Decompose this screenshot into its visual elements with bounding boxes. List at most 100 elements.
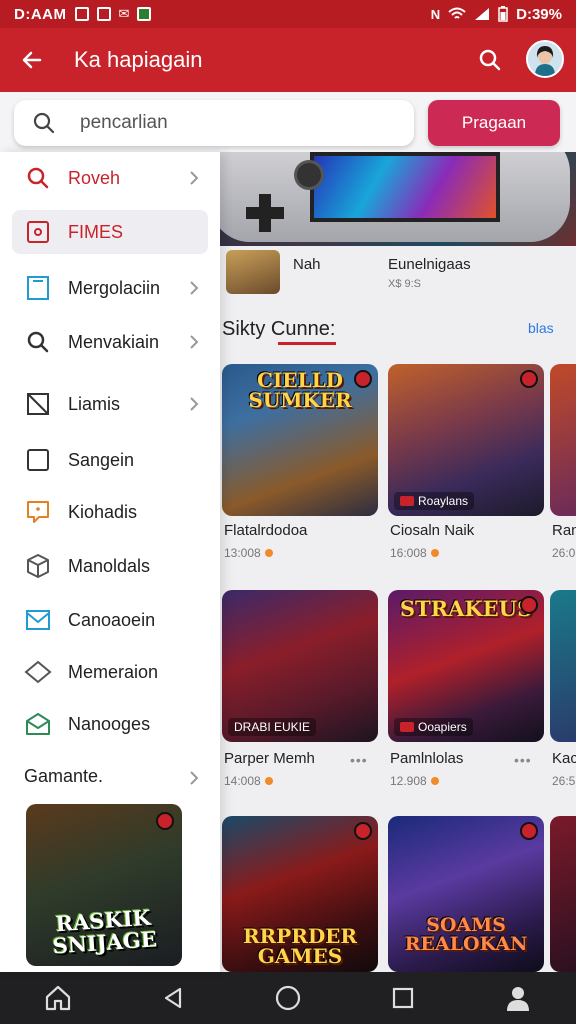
folder-icon — [24, 390, 52, 418]
game-card-name: Parper Memh — [224, 750, 315, 767]
drawer-item-label: Sangein — [68, 449, 135, 470]
search-icon — [24, 328, 52, 356]
tag-flag-icon — [400, 722, 414, 732]
drawer-item-label: FIMES — [68, 221, 124, 242]
drawer-item[interactable]: Roveh — [12, 156, 208, 200]
game-card[interactable]: Roaylans — [388, 364, 544, 516]
search-submit-button[interactable]: Pragaan — [428, 100, 560, 146]
card-badge-icon — [354, 822, 372, 840]
avatar[interactable] — [526, 40, 564, 78]
search-input[interactable]: pencarlian — [14, 100, 414, 146]
back-nav-button[interactable] — [155, 980, 191, 1016]
game-card-meta: 16:008 — [390, 546, 439, 560]
game-card-tag-label: Ooapiers — [418, 720, 467, 734]
drawer-item[interactable]: Memeraion — [12, 650, 208, 694]
game-card[interactable]: DRABI EUKIE — [222, 590, 378, 742]
drawer-item-label: Roveh — [68, 167, 121, 188]
drawer-item[interactable]: Canoaoein — [12, 598, 208, 642]
coin-icon — [264, 777, 273, 785]
game-card-name: Ciosaln Naik — [390, 522, 475, 539]
hero-banner[interactable] — [220, 152, 576, 246]
card-badge-icon — [354, 370, 372, 388]
app-bar: Ka hapiagain — [0, 28, 576, 92]
game-card[interactable]: STRAKEUS Ooapiers — [388, 590, 544, 742]
mail-icon — [24, 606, 52, 634]
game-card[interactable] — [550, 590, 576, 742]
game-card-meta: 13:008 — [224, 546, 273, 560]
drawer-section-title: Gamante. — [24, 766, 104, 786]
back-button[interactable] — [4, 28, 60, 92]
drawer-item[interactable]: Liamis — [12, 382, 208, 426]
drawer-item[interactable]: Kiohadis — [12, 490, 208, 534]
game-card-art-title: STRAKEUS — [399, 596, 533, 621]
small-game-row[interactable]: Nah Eunelnigaas X$ 9:S — [220, 246, 576, 302]
game-name: Eunelnigaas — [388, 256, 471, 273]
dpad-icon — [246, 194, 284, 232]
more-options-button[interactable]: ••• — [350, 752, 368, 768]
drawer-item[interactable]: FIMES — [12, 210, 208, 254]
drawer-item[interactable]: Menvakiain — [12, 320, 208, 364]
coin-icon — [430, 777, 439, 785]
game-card-name: Flatalrdodoa — [224, 522, 308, 539]
game-meta: X$ 9:S — [388, 278, 422, 290]
game-card-tag-label: Roaylans — [418, 494, 469, 508]
profile-button[interactable] — [500, 980, 536, 1016]
game-card[interactable]: SOAMS REALOKAN — [388, 816, 544, 972]
envelope-icon — [24, 710, 52, 738]
game-card[interactable] — [550, 816, 576, 972]
drawer-item-label: Kiohadis — [68, 501, 138, 522]
see-all-link[interactable]: blas — [528, 320, 554, 336]
chevron-right-icon[interactable] — [184, 768, 204, 788]
search-button[interactable] — [474, 44, 506, 76]
drawer-item[interactable]: Nanooges — [12, 702, 208, 746]
game-card-price: 13:008 — [224, 546, 261, 560]
card-badge-icon — [156, 812, 174, 830]
section-title: Sikty Cunne: — [222, 318, 336, 340]
drawer-item-label: Memeraion — [68, 661, 159, 682]
tablet-icon — [24, 274, 52, 302]
joystick-art — [294, 160, 324, 190]
app-screen: D:AAM ✉ N D:39% Ka hapiagain pencarlian … — [0, 0, 576, 1024]
section-underline — [278, 342, 336, 345]
coin-icon — [430, 549, 439, 557]
search-icon — [33, 112, 55, 134]
drawer-item[interactable]: Mergolaciin — [12, 266, 208, 310]
game-card-name: Kac — [552, 750, 576, 767]
diamond-icon — [24, 658, 52, 686]
chevron-right-icon — [190, 171, 199, 185]
console-screen-art — [310, 152, 500, 222]
home-button[interactable] — [40, 980, 76, 1016]
home-circle-button[interactable] — [270, 980, 306, 1016]
coin-icon — [264, 549, 273, 557]
square-icon — [24, 446, 52, 474]
circle-icon — [275, 985, 301, 1011]
game-card-name: Ran — [552, 522, 576, 539]
featured-game-card[interactable]: RASKIK SNIJAGE — [26, 804, 182, 966]
drawer-item[interactable]: Manoldals — [12, 544, 208, 588]
search-icon — [24, 164, 52, 192]
game-card-meta: 26:5 — [552, 774, 575, 788]
more-options-button[interactable]: ••• — [514, 752, 532, 768]
nfc-icon: N — [430, 6, 441, 22]
drawer-item-label: Nanooges — [68, 713, 151, 734]
game-name: Nah — [293, 256, 321, 273]
game-card-price: 26:0 — [552, 546, 576, 560]
game-card-price: 16:008 — [390, 546, 427, 560]
card-badge-icon — [520, 596, 538, 614]
game-card-tag: Ooapiers — [394, 718, 473, 736]
drawer-item-label: Menvakiain — [68, 331, 160, 352]
game-card[interactable] — [550, 364, 576, 516]
drawer-item-label: Canoaoein — [68, 609, 156, 630]
back-triangle-icon — [164, 987, 181, 1009]
wifi-icon — [448, 7, 466, 19]
drawer-item-label: Mergolaciin — [68, 277, 161, 298]
user-portrait-icon — [528, 42, 562, 76]
game-card-name: Pamlnlolas — [390, 750, 464, 767]
game-card-tag: DRABI EUKIE — [228, 718, 317, 736]
drawer-item[interactable]: Sangein — [12, 438, 208, 482]
game-card[interactable]: RRPRDER GAMES — [222, 816, 378, 972]
game-card[interactable]: CIELLD SUMKER — [222, 364, 378, 516]
recents-button[interactable] — [385, 980, 421, 1016]
game-card-meta: 14:008 — [224, 774, 273, 788]
notification-icon — [137, 7, 152, 21]
